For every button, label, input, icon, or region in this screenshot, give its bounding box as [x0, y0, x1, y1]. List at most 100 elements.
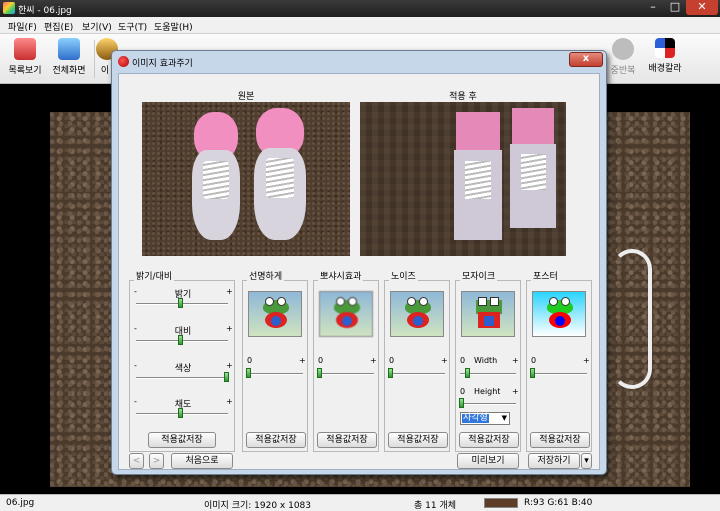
mosaic-width-label: Width — [474, 356, 498, 365]
sharpen-save-button[interactable]: 적용값저장 — [246, 432, 306, 448]
toolbar-item-partial-label: 이 — [100, 66, 110, 76]
applied-image — [360, 102, 566, 256]
poster-slider[interactable] — [530, 368, 535, 378]
dialog-icon — [118, 56, 129, 67]
sharpen-plus: + — [299, 356, 306, 365]
mosaic-title: 모자이크 — [460, 269, 498, 282]
menu-edit[interactable]: 편집(E) — [44, 20, 73, 33]
background-lace — [612, 249, 652, 389]
fullscreen-label: 전체화면 — [52, 66, 86, 76]
app-icon — [3, 2, 15, 14]
original-caption: 원본 — [237, 92, 255, 102]
sharpen-slider[interactable] — [246, 368, 251, 378]
save-dropdown-button[interactable]: ▾ — [581, 453, 592, 469]
reset-button[interactable]: 처음으로 — [171, 453, 233, 469]
list-view-button[interactable]: 목록보기 — [4, 36, 46, 76]
prev-button[interactable]: < — [129, 453, 144, 469]
mosaic-left-shoe — [452, 112, 504, 240]
contrast-slider[interactable] — [178, 335, 183, 345]
brightness-plus: + — [226, 287, 233, 296]
hue-minus: - — [134, 361, 137, 370]
poster-save-button[interactable]: 적용값저장 — [530, 432, 590, 448]
poster-track — [531, 373, 587, 375]
blur-panel: 뽀샤시효과 0 + 적용값저장 — [313, 269, 379, 452]
dialog-body: 원본 적용 후 밝기/대비 - 밝기 + - 대비 + - 색상 + - 채도 … — [118, 73, 600, 470]
app-titlebar: 한씨 - 06.jpg – □ ✕ — [0, 0, 720, 17]
mosaic-shape-select[interactable]: 사각형 ▼ — [460, 412, 510, 425]
saturation-label: 채도 — [174, 400, 192, 410]
mosaic-right-shoe — [508, 108, 558, 228]
minimize-button[interactable]: – — [642, 0, 664, 15]
original-image — [142, 102, 350, 256]
close-button[interactable]: ✕ — [686, 0, 718, 15]
saturation-minus: - — [134, 397, 137, 406]
mosaic-width-plus: + — [512, 356, 519, 365]
brightness-save-button[interactable]: 적용값저장 — [148, 432, 216, 448]
blur-slider[interactable] — [317, 368, 322, 378]
status-filename: 06.jpg — [6, 498, 35, 508]
saturation-slider[interactable] — [178, 408, 183, 418]
sharpen-track — [247, 373, 303, 375]
mosaic-width-slider[interactable] — [465, 368, 470, 378]
brightness-slider[interactable] — [178, 298, 183, 308]
hue-slider[interactable] — [224, 372, 229, 382]
dialog-close-button[interactable]: x — [569, 52, 603, 67]
list-icon — [14, 38, 36, 60]
menu-help[interactable]: 도움말(H) — [154, 20, 193, 33]
brightness-label: 밝기 — [174, 290, 192, 300]
dialog-titlebar: 이미지 효과주기 x — [112, 51, 606, 71]
save-button[interactable]: 저장하기 — [528, 453, 580, 469]
contrast-minus: - — [134, 324, 137, 333]
noise-slider[interactable] — [388, 368, 393, 378]
bg-color-button[interactable]: 배경칼라 — [644, 36, 686, 74]
sharpen-value: 0 — [247, 356, 253, 365]
mosaic-width-value: 0 — [460, 356, 466, 365]
blur-plus: + — [370, 356, 377, 365]
mosaic-height-slider[interactable] — [459, 398, 464, 408]
mosaic-preview[interactable] — [461, 291, 515, 337]
poster-preview[interactable] — [532, 291, 586, 337]
status-bar: 06.jpg 이미지 크기: 1920 x 1083 총 11 개체 R:93 … — [0, 494, 720, 511]
app-title: 한씨 - 06.jpg — [18, 6, 72, 16]
right-shoe — [252, 108, 308, 240]
preview-button[interactable]: 미리보기 — [457, 453, 519, 469]
mosaic-panel: 모자이크 0 Width + 0 Height + 사각형 ▼ 적용값저장 — [455, 269, 521, 452]
mosaic-save-button[interactable]: 적용값저장 — [459, 432, 519, 448]
brightness-panel-title: 밝기/대비 — [134, 269, 175, 282]
blur-save-button[interactable]: 적용값저장 — [317, 432, 377, 448]
menu-tools[interactable]: 도구(T) — [118, 20, 147, 33]
chevron-down-icon: ▼ — [501, 414, 507, 422]
sharpen-preview[interactable] — [248, 291, 302, 337]
overlap-button[interactable]: 중반복 — [606, 36, 640, 76]
contrast-label: 대비 — [174, 327, 192, 337]
noise-title: 노이즈 — [389, 269, 418, 282]
palette-icon — [655, 38, 675, 58]
image-effect-dialog: 이미지 효과주기 x 원본 적용 후 밝기/대비 - 밝기 + - 대비 + -… — [111, 50, 607, 475]
menu-view[interactable]: 보기(V) — [82, 20, 112, 33]
noise-save-button[interactable]: 적용값저장 — [388, 432, 448, 448]
noise-track — [389, 373, 445, 375]
brightness-panel: 밝기/대비 - 밝기 + - 대비 + - 색상 + - 채도 + 적용값저장 — [129, 269, 235, 452]
mosaic-shape-value: 사각형 — [462, 413, 489, 423]
sharpen-panel: 선명하게 0 + 적용값저장 — [242, 269, 308, 452]
noise-plus: + — [441, 356, 448, 365]
mosaic-height-value: 0 — [460, 387, 466, 396]
fullscreen-button[interactable]: 전체화면 — [48, 36, 90, 76]
overlap-label: 중반복 — [610, 66, 636, 76]
left-shoe — [190, 112, 242, 240]
menu-file[interactable]: 파일(F) — [8, 20, 37, 33]
status-image-size: 이미지 크기: 1920 x 1083 — [204, 501, 312, 511]
contrast-plus: + — [226, 324, 233, 333]
blur-value: 0 — [318, 356, 324, 365]
mosaic-height-track — [460, 403, 516, 405]
toolbar-divider — [94, 40, 95, 78]
noise-preview[interactable] — [390, 291, 444, 337]
dialog-title: 이미지 효과주기 — [132, 59, 193, 69]
next-button[interactable]: > — [149, 453, 164, 469]
list-view-label: 목록보기 — [8, 66, 42, 76]
maximize-button[interactable]: □ — [664, 0, 686, 15]
chevron-down-icon: ▾ — [584, 456, 589, 466]
blur-track — [318, 373, 374, 375]
blur-preview[interactable] — [319, 291, 373, 337]
hue-plus: + — [226, 361, 233, 370]
